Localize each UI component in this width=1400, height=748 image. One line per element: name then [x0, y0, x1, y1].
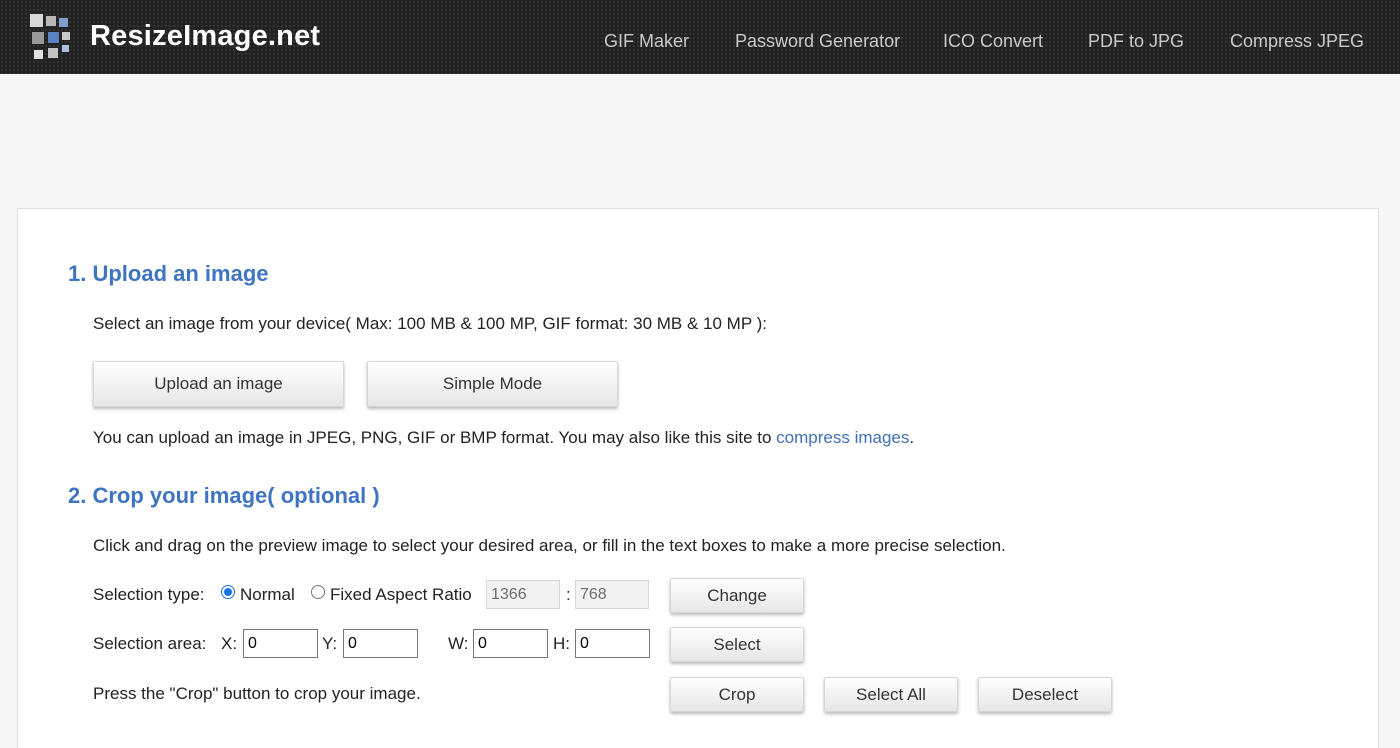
select-button[interactable]: Select — [670, 627, 804, 662]
selection-type-label: Selection type: — [93, 585, 205, 604]
h-label: H: — [553, 634, 570, 653]
upload-image-button[interactable]: Upload an image — [93, 361, 344, 407]
x-input[interactable] — [243, 629, 318, 658]
site-header: ResizeImage.net GIF Maker Password Gener… — [0, 0, 1400, 74]
main-card: 1. Upload an image Select an image from … — [17, 208, 1379, 748]
upload-format-note-text: You can upload an image in JPEG, PNG, GI… — [93, 428, 777, 447]
logo-text[interactable]: ResizeImage.net — [90, 20, 320, 53]
nav-ico-convert[interactable]: ICO Convert — [943, 31, 1043, 52]
x-label: X: — [221, 634, 238, 653]
nav-password-generator[interactable]: Password Generator — [735, 31, 900, 52]
upload-format-note-end: . — [909, 428, 915, 447]
nav-compress-jpeg[interactable]: Compress JPEG — [1230, 31, 1364, 52]
crop-note: Press the "Crop" button to crop your ima… — [93, 684, 421, 703]
logo-tiles-icon[interactable] — [26, 12, 78, 64]
fixed-aspect-radio[interactable] — [311, 585, 325, 599]
crop-heading: 2. Crop your image( optional ) — [68, 483, 380, 508]
ratio-separator: : — [566, 585, 571, 604]
fixed-aspect-radio-label[interactable]: Fixed Aspect Ratio — [330, 585, 472, 605]
w-input[interactable] — [473, 629, 548, 658]
normal-radio-label[interactable]: Normal — [240, 585, 295, 605]
upload-heading: 1. Upload an image — [68, 261, 269, 286]
ratio-height-input[interactable] — [575, 580, 649, 609]
w-label: W: — [448, 634, 469, 653]
upload-description: Select an image from your device( Max: 1… — [93, 314, 767, 333]
y-input[interactable] — [343, 629, 418, 658]
crop-description: Click and drag on the preview image to s… — [93, 536, 1006, 555]
y-label: Y: — [322, 634, 338, 653]
ratio-width-input[interactable] — [486, 580, 560, 609]
select-all-button[interactable]: Select All — [824, 677, 958, 712]
h-input[interactable] — [575, 629, 650, 658]
selection-area-label: Selection area: — [93, 634, 207, 653]
deselect-button[interactable]: Deselect — [978, 677, 1112, 712]
crop-button[interactable]: Crop — [670, 677, 804, 712]
normal-radio[interactable] — [221, 585, 235, 599]
simple-mode-button[interactable]: Simple Mode — [367, 361, 618, 407]
nav-pdf-to-jpg[interactable]: PDF to JPG — [1088, 31, 1184, 52]
nav-gif-maker[interactable]: GIF Maker — [604, 31, 689, 52]
compress-images-link[interactable]: compress images — [776, 428, 909, 447]
change-ratio-button[interactable]: Change — [670, 578, 804, 613]
upload-format-note: You can upload an image in JPEG, PNG, GI… — [93, 428, 914, 448]
